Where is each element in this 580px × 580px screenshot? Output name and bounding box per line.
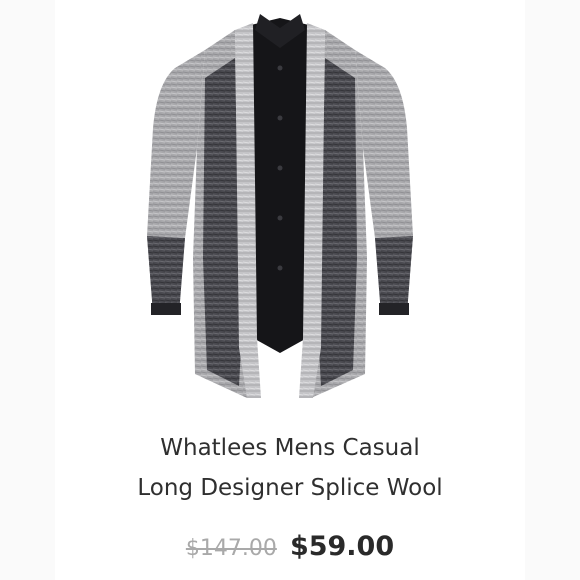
listing-card: Whatlees Mens Casual Long Designer Splic… <box>0 0 580 580</box>
cardigan-image[interactable] <box>135 8 425 400</box>
product-title-line-2: Long Designer Splice Wool <box>137 475 443 501</box>
product-title[interactable]: Whatlees Mens Casual Long Designer Splic… <box>0 428 580 508</box>
original-price: $147.00 <box>185 536 277 561</box>
product-title-line-1: Whatlees Mens Casual <box>160 435 420 461</box>
sale-price: $59.00 <box>289 531 395 562</box>
price-row: $147.00 $59.00 <box>0 531 580 562</box>
